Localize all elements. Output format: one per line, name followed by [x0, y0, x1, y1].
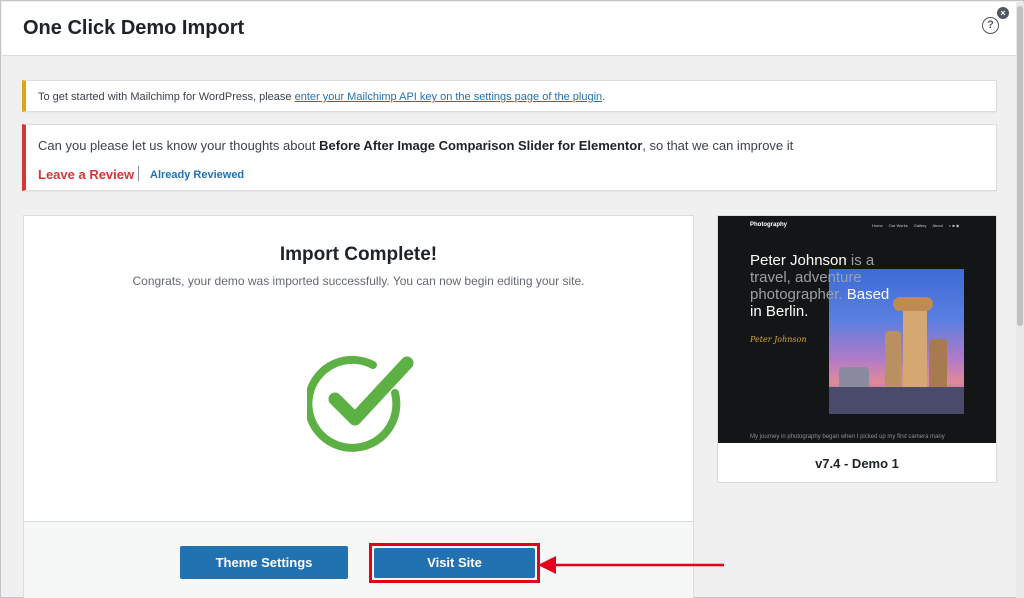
mailchimp-notice-prefix: To get started with Mailchimp for WordPr…	[38, 91, 295, 103]
review-suffix: , so that we can improve it	[642, 138, 794, 153]
import-complete-title: Import Complete!	[279, 244, 438, 265]
preview-nav-item: Gallery	[913, 223, 927, 228]
preview-footer-text: My journey in photography began when I p…	[750, 434, 945, 440]
scrollbar-thumb[interactable]	[1017, 6, 1023, 326]
preview-logo: Photography	[750, 222, 787, 228]
preview-signature: Peter Johnson	[750, 335, 807, 344]
review-divider	[138, 166, 139, 181]
mailchimp-notice-text: To get started with Mailchimp for WordPr…	[38, 91, 605, 103]
review-prefix: Can you please let us know your thoughts…	[38, 138, 320, 153]
review-notice: Can you please let us know your thoughts…	[22, 124, 997, 191]
page-title: One Click Demo Import	[23, 17, 245, 39]
preview-headline: Peter Johnson is a travel, adventure pho…	[750, 252, 890, 320]
already-reviewed-link[interactable]: Already Reviewed	[150, 169, 244, 181]
question-circle-icon[interactable]: ?	[982, 17, 999, 34]
preview-nav-item: Home	[872, 223, 883, 228]
demo-version-label: v7.4 - Demo 1	[815, 456, 899, 471]
preview-headline-name: Peter Johnson	[750, 252, 847, 269]
mailchimp-settings-link[interactable]: enter your Mailchimp API key on the sett…	[295, 91, 603, 103]
arrow-left-icon	[538, 556, 724, 574]
import-complete-subtitle: Congrats, your demo was imported success…	[132, 274, 585, 288]
scrollbar[interactable]	[1016, 2, 1024, 598]
preview-nav: Home Our Works Gallery About ◐ ■ ◉	[872, 223, 965, 228]
review-plugin-name: Before After Image Comparison Slider for…	[319, 138, 643, 153]
mailchimp-notice: To get started with Mailchimp for WordPr…	[22, 80, 997, 112]
preview-nav-item: About	[932, 223, 943, 228]
preview-nav-item: Our Works	[888, 223, 908, 228]
demo-preview-card[interactable]: Photography Home Our Works Gallery About ◐ ■…	[717, 215, 997, 483]
page-header: One Click Demo Import ?	[2, 2, 1016, 56]
visit-site-button[interactable]: Visit Site	[374, 548, 535, 578]
mailchimp-notice-suffix: .	[602, 91, 606, 103]
leave-review-link[interactable]: Leave a Review	[38, 167, 134, 182]
window-frame: One Click Demo Import ? × To get started…	[0, 0, 1024, 598]
import-complete-card: Import Complete! Congrats, your demo was…	[23, 215, 694, 598]
demo-preview-image[interactable]: Photography Home Our Works Gallery About ◐ ■…	[718, 216, 996, 443]
preview-nav-icons: ◐ ■ ◉	[948, 223, 960, 228]
check-circle-icon	[304, 349, 417, 457]
close-circle-icon[interactable]: ×	[997, 7, 1009, 19]
review-notice-text: Can you please let us know your thoughts…	[38, 138, 793, 153]
theme-settings-button[interactable]: Theme Settings	[180, 546, 348, 579]
